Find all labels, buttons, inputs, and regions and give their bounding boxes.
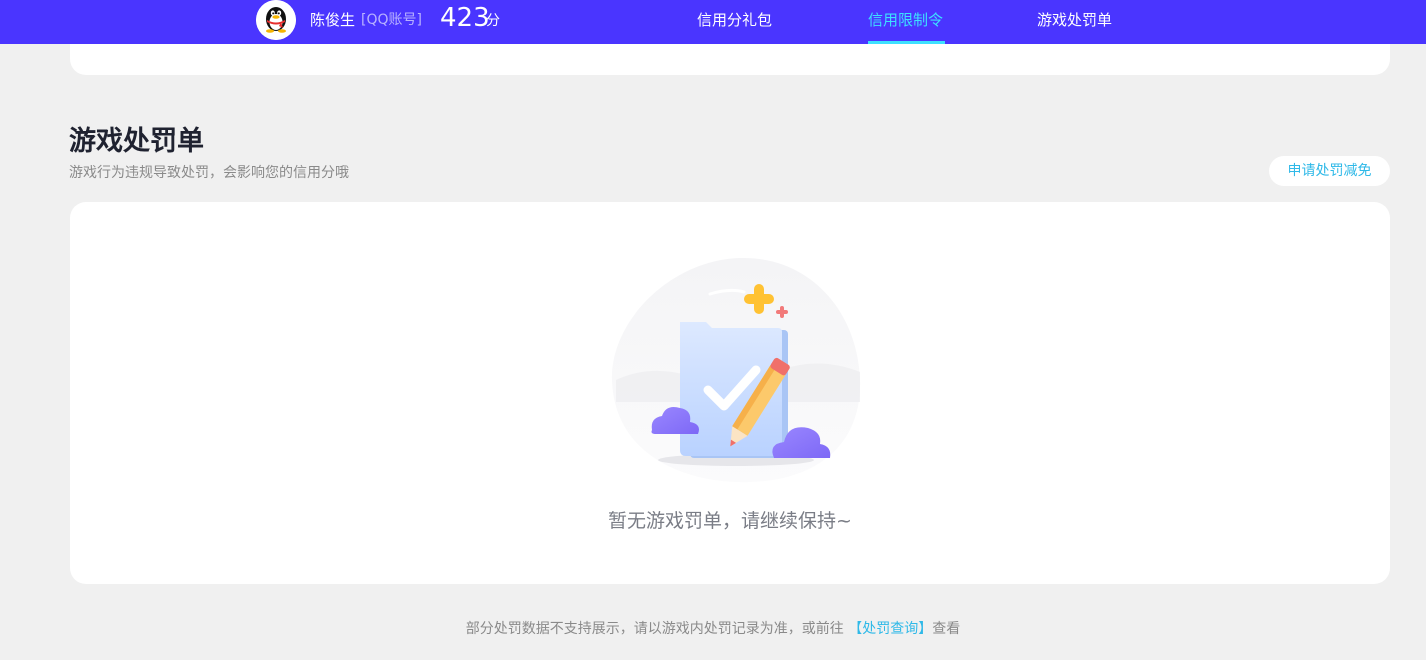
tab-credit-restriction[interactable]: 信用限制令 — [868, 10, 943, 30]
credit-score-unit: 分 — [486, 13, 500, 29]
footer-note-prefix: 部分处罚数据不支持展示，请以游戏内处罚记录为准，或前往 — [465, 621, 844, 637]
empty-checklist-pencil-icon — [611, 257, 861, 483]
avatar[interactable] — [256, 0, 296, 40]
active-tab-indicator — [868, 41, 945, 44]
apply-penalty-reduction-button[interactable]: 申请处罚减免 — [1269, 156, 1390, 186]
section-subtitle: 游戏行为违规导致处罚，会影响您的信用分哦 — [69, 165, 349, 181]
footer-note-suffix: 查看 — [932, 621, 961, 637]
penalty-list-card: 暂无游戏罚单，请继续保持~ — [70, 202, 1390, 584]
account-type-label: [QQ账号] — [361, 12, 422, 28]
penalty-query-link[interactable]: 【处罚查询】 — [848, 621, 932, 637]
footer-note: 部分处罚数据不支持展示，请以游戏内处罚记录为准，或前往 【处罚查询】查看 — [0, 618, 1426, 640]
qq-penguin-icon — [256, 0, 296, 40]
tab-game-penalty[interactable]: 游戏处罚单 — [1037, 10, 1112, 30]
section-title: 游戏处罚单 — [69, 126, 204, 157]
user-name: 陈俊生 — [310, 11, 356, 29]
tab-credit-gift[interactable]: 信用分礼包 — [697, 10, 772, 30]
top-navigation-bar: 陈俊生 [QQ账号] 423 分 信用分礼包 信用限制令 游戏处罚单 — [0, 0, 1426, 44]
credit-score-value: 423 — [440, 3, 490, 33]
empty-state-message: 暂无游戏罚单，请继续保持~ — [608, 510, 852, 532]
